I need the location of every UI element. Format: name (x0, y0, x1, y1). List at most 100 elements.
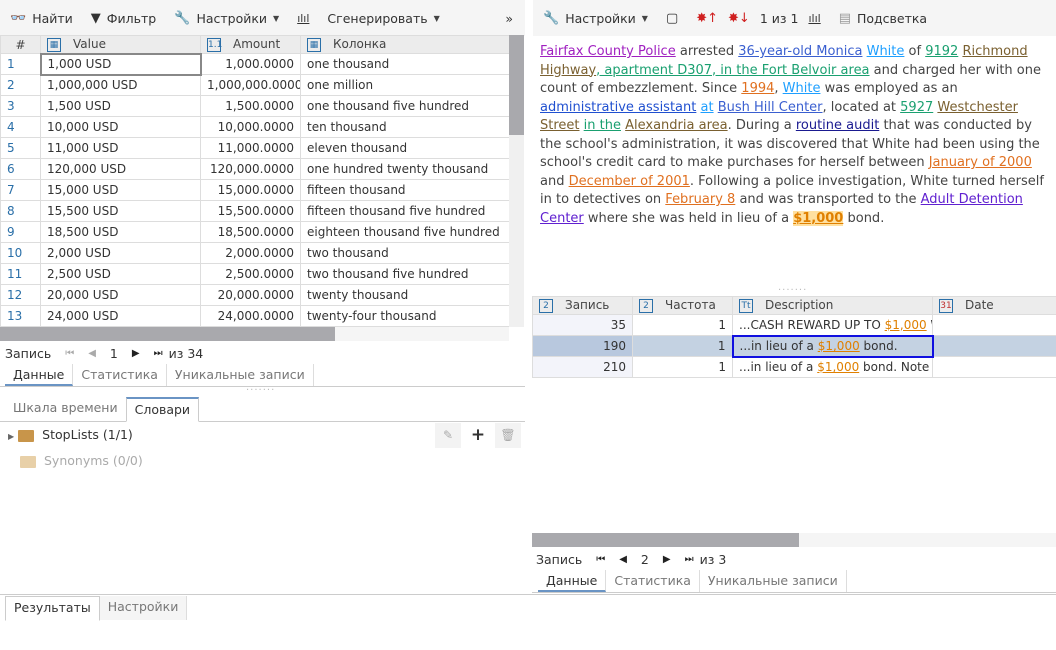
table-row[interactable]: 190 1 ...in lieu of a $1,000 bond. 2/8/ (532, 334, 1056, 358)
last-page-icon[interactable]: ⏭ (685, 554, 694, 565)
header-amount[interactable]: 1.1 Amount (200, 35, 301, 54)
cell-value[interactable]: 20,000 USD (40, 284, 201, 306)
entity-highlight[interactable]: Alexandria area (625, 118, 727, 133)
entity-highlight[interactable]: White (783, 81, 821, 96)
table-row[interactable]: 5 11,000 USD 11,000.0000 eleven thousand (0, 137, 509, 159)
header-column[interactable]: ▦ Колонка (300, 35, 509, 54)
page-number[interactable]: 1 (110, 346, 118, 361)
cell-column[interactable]: two thousand (300, 242, 509, 264)
tab-dictionaries[interactable]: Словари (125, 397, 200, 422)
settings-dropdown[interactable]: 🔧 Настройки ▼ (543, 11, 648, 26)
add-button[interactable]: + (465, 423, 491, 448)
tab-data[interactable]: Данные (538, 570, 607, 592)
cell-column[interactable]: ten thousand (300, 116, 509, 138)
row-index[interactable]: 7 (0, 179, 41, 201)
table-row[interactable]: 6 120,000 USD 120,000.0000 one hundred twen… (0, 158, 509, 180)
header-frequency[interactable]: 2 Частота (632, 296, 733, 315)
header-date[interactable]: 31 Date (932, 296, 1056, 315)
cell-column[interactable]: fifteen thousand (300, 179, 509, 201)
cell-column[interactable]: one million (300, 74, 509, 96)
row-index[interactable]: 9 (0, 221, 41, 243)
cell-amount[interactable]: 24,000.0000 (200, 305, 301, 327)
table-row[interactable]: 11 2,500 USD 2,500.0000 two thousand five h… (0, 263, 509, 285)
cell-frequency[interactable]: 1 (632, 314, 733, 336)
table-row[interactable]: 12 20,000 USD 20,000.0000 twenty thousand (0, 284, 509, 306)
entity-highlight[interactable]: February 8 (665, 192, 735, 207)
entity-highlight[interactable]: routine audit (796, 118, 880, 133)
highlight-button[interactable]: ▤ Подсветка (839, 11, 927, 26)
row-index[interactable]: 2 (0, 74, 41, 96)
find-button[interactable]: 👓 Найти (10, 11, 73, 26)
table-row[interactable]: 7 15,000 USD 15,000.0000 fifteen thousand (0, 179, 509, 201)
row-index[interactable]: 6 (0, 158, 41, 180)
table-row[interactable]: 9 18,500 USD 18,500.0000 eighteen thousand … (0, 221, 509, 243)
table-row[interactable]: 3 1,500 USD 1,500.0000 one thousand five hu… (0, 95, 509, 117)
tree-item-stoplists[interactable]: ▶ StopLists (1/1) (8, 427, 133, 442)
cell-frequency[interactable]: 1 (632, 356, 733, 378)
cell-value[interactable]: 11,000 USD (40, 137, 201, 159)
entity-highlight[interactable]: Bush Hill Center (718, 100, 823, 115)
cell-amount[interactable]: 10,000.0000 (200, 116, 301, 138)
tab-statistics[interactable]: Статистика (73, 364, 167, 386)
entity-highlight[interactable]: December of 2001 (569, 174, 690, 189)
horizontal-scrollbar[interactable] (0, 327, 509, 341)
prev-match-button[interactable]: ✸↑ (696, 11, 718, 26)
money-entity[interactable]: $1,000 (818, 339, 860, 353)
table-row[interactable]: 210 1 ...in lieu of a $1,000 bond. Note … (532, 356, 1056, 378)
cell-record[interactable]: 210 (532, 356, 633, 378)
chart-button[interactable]: ılıl (297, 12, 309, 25)
row-index[interactable]: 13 (0, 305, 41, 327)
row-index[interactable]: 8 (0, 200, 41, 222)
row-index[interactable]: 1 (0, 53, 41, 75)
cell-amount[interactable]: 20,000.0000 (200, 284, 301, 306)
cell-amount[interactable]: 1,000,000.0000 (200, 74, 301, 96)
next-match-button[interactable]: ✸↓ (728, 11, 750, 26)
cell-record[interactable]: 190 (532, 335, 633, 357)
entity-highlight[interactable]: White (867, 44, 905, 59)
cell-value[interactable]: 1,000 USD (39, 52, 202, 76)
entity-highlight[interactable]: , apartment D307, in the Fort Belvoir ar… (596, 63, 869, 78)
cell-description[interactable]: ...in lieu of a $1,000 bond. (731, 334, 934, 358)
cell-value[interactable]: 1,000,000 USD (40, 74, 201, 96)
cell-amount[interactable]: 11,000.0000 (200, 137, 301, 159)
cell-amount[interactable]: 15,000.0000 (200, 179, 301, 201)
money-entity[interactable]: $1,000 (817, 360, 859, 374)
table-row[interactable]: 1 1,000 USD 1,000.0000 one thousand (0, 52, 509, 76)
next-page-icon[interactable]: ▶ (663, 554, 671, 565)
row-index[interactable]: 10 (0, 242, 41, 264)
entity-highlight[interactable]: 1994 (741, 81, 774, 96)
tab-settings[interactable]: Настройки (99, 596, 188, 620)
tab-results[interactable]: Результаты (5, 596, 100, 621)
row-index[interactable]: 12 (0, 284, 41, 306)
cell-column[interactable]: eighteen thousand five hundred (300, 221, 509, 243)
tab-unique[interactable]: Уникальные записи (167, 364, 314, 386)
cell-value[interactable]: 10,000 USD (40, 116, 201, 138)
row-index[interactable]: 5 (0, 137, 41, 159)
money-entity[interactable]: $1,000 (885, 318, 927, 332)
cell-column[interactable]: twenty thousand (300, 284, 509, 306)
row-index[interactable]: 4 (0, 116, 41, 138)
tab-unique[interactable]: Уникальные записи (700, 570, 847, 592)
entity-highlight[interactable]: January of 2000 (929, 155, 1032, 170)
generate-dropdown[interactable]: Сгенерировать ▼ (327, 11, 439, 26)
header-value[interactable]: ▦ Value (40, 35, 201, 54)
cell-value[interactable]: 15,500 USD (40, 200, 201, 222)
chart-button[interactable]: ılıl (808, 12, 820, 25)
cell-column[interactable]: fifteen thousand five hundred (300, 200, 509, 222)
cell-amount[interactable]: 2,000.0000 (200, 242, 301, 264)
tab-timeline[interactable]: Шкала времени (5, 397, 126, 421)
first-page-icon[interactable]: ⏮ (596, 554, 605, 565)
table-row[interactable]: 10 2,000 USD 2,000.0000 two thousand (0, 242, 509, 264)
cell-amount[interactable]: 2,500.0000 (200, 263, 301, 285)
prev-page-icon[interactable]: ◀ (619, 554, 627, 565)
tab-data[interactable]: Данные (5, 364, 74, 386)
more-button[interactable]: » (505, 11, 513, 26)
entity-highlight[interactable]: at (701, 100, 714, 115)
horizontal-scrollbar[interactable] (532, 533, 1056, 547)
splitter-handle[interactable]: ······· (778, 285, 807, 296)
table-row[interactable]: 2 1,000,000 USD 1,000,000.0000 one million (0, 74, 509, 96)
entity-highlight[interactable]: $1,000 (793, 210, 844, 226)
tab-statistics[interactable]: Статистика (606, 570, 700, 592)
row-index[interactable]: 11 (0, 263, 41, 285)
cell-amount[interactable]: 15,500.0000 (200, 200, 301, 222)
